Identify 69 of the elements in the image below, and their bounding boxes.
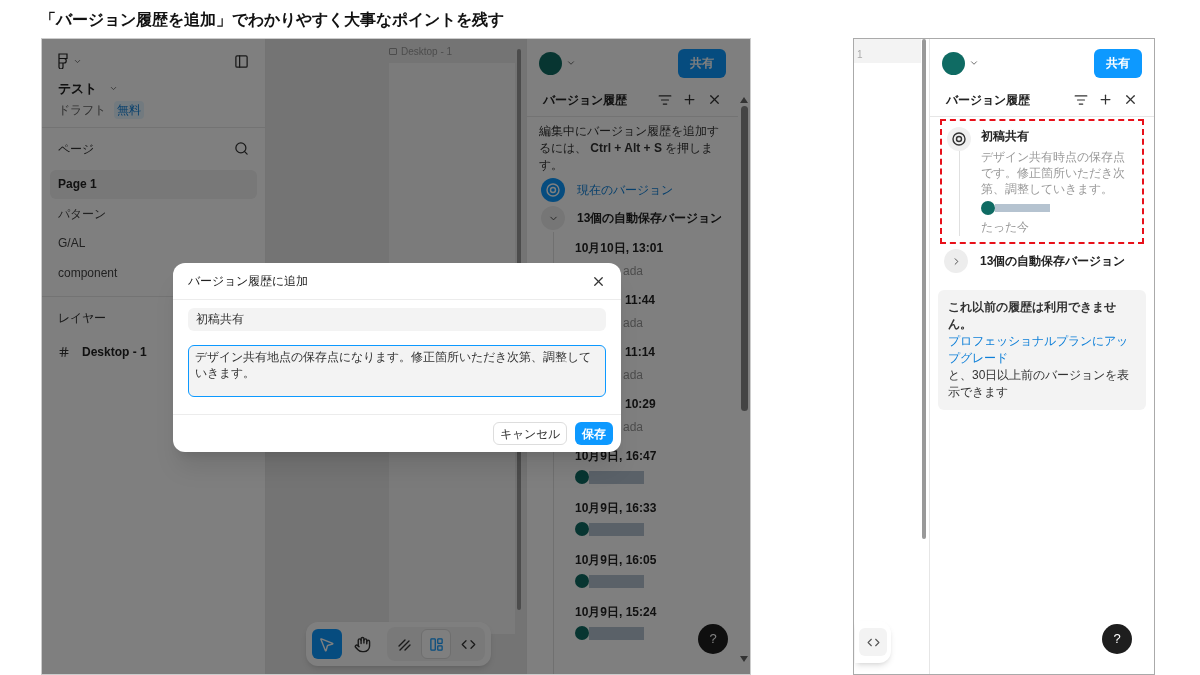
chevron-icon[interactable] xyxy=(566,58,576,68)
target-icon xyxy=(541,178,565,202)
version-date[interactable]: 11:14 xyxy=(625,343,656,361)
file-status: ドラフト xyxy=(58,101,106,119)
panel-title: バージョン履歴 xyxy=(543,91,627,109)
sidebar-toggle-icon[interactable] xyxy=(234,53,249,69)
version-date[interactable]: 11:44 xyxy=(625,291,656,309)
hand-icon xyxy=(353,635,371,653)
ruler-mark: 1 xyxy=(857,49,863,60)
pointer-tool-button[interactable] xyxy=(312,629,342,659)
autosave-label[interactable]: 13個の自動保存バージョン xyxy=(980,252,1126,270)
redacted-name-bar xyxy=(589,574,644,588)
current-version-link[interactable]: 現在のバージョン xyxy=(577,181,673,199)
version-date[interactable]: 10月9日, 16:05 xyxy=(575,551,657,569)
section-label: ページ xyxy=(58,140,94,158)
version-time: たった今 xyxy=(981,219,1029,236)
plan-badge: 無料 xyxy=(114,100,144,119)
pointer-icon xyxy=(318,635,336,653)
help-button[interactable]: ? xyxy=(698,624,728,654)
version-description: デザイン共有時点の保存点です。修正箇所いただき次第、調整していきます。 xyxy=(981,149,1126,197)
upgrade-link[interactable]: プロフェッショナルプランにアップグレード xyxy=(948,333,1136,367)
caption: 「バージョン履歴を追加」でわかりやすく大事なポイントを残す xyxy=(40,11,504,28)
page-item[interactable]: Page 1 xyxy=(50,169,257,199)
frame-icon xyxy=(389,47,397,55)
logo-icon[interactable] xyxy=(58,53,69,69)
avatar-icon xyxy=(575,470,589,484)
layer-item[interactable]: Desktop - 1 xyxy=(82,342,147,361)
frame-tool-button[interactable] xyxy=(421,629,451,659)
redacted-name-bar xyxy=(589,470,644,484)
close-icon[interactable] xyxy=(1123,92,1138,107)
help-button[interactable]: ? xyxy=(1102,624,1132,654)
add-icon[interactable] xyxy=(1098,92,1113,107)
avatar-icon xyxy=(981,201,995,215)
scroll-down-icon[interactable] xyxy=(740,656,748,662)
avatar-icon xyxy=(575,626,589,640)
scrollbar-thumb[interactable] xyxy=(740,106,748,411)
target-icon xyxy=(947,127,971,151)
version-date[interactable]: 10月10日, 13:01 xyxy=(575,239,664,257)
file-name: テスト xyxy=(58,80,97,98)
description-field[interactable]: デザイン共有地点の保存点になります。修正箇所いただき次第、調整していきます。 xyxy=(188,345,606,397)
page-item[interactable]: パターン xyxy=(50,199,257,229)
filter-icon[interactable] xyxy=(1074,92,1088,107)
layout-icon xyxy=(428,636,444,652)
share-button[interactable]: 共有 xyxy=(1094,48,1142,78)
save-button[interactable]: 保存 xyxy=(575,422,613,445)
section-label: レイヤー xyxy=(58,309,106,327)
version-date[interactable]: 10月9日, 15:24 xyxy=(575,603,657,621)
page-item[interactable]: G/AL xyxy=(50,228,257,258)
panel-title: バージョン履歴 xyxy=(946,91,1030,109)
redacted-name-bar xyxy=(995,204,1050,212)
notice-text: これ以前の履歴は利用できません。 プロフェッショナルプランにアップグレード と、30日以上前のバージョンを表示できます xyxy=(948,299,1136,401)
version-date[interactable]: 10:29 xyxy=(625,395,656,413)
avatar-icon xyxy=(539,51,562,75)
version-title: 初稿共有 xyxy=(981,128,1029,145)
redacted-name-bar xyxy=(589,522,644,536)
avatar-icon xyxy=(575,522,589,536)
frame-icon xyxy=(58,345,70,358)
search-icon[interactable] xyxy=(234,141,249,156)
avatar-icon xyxy=(575,574,589,588)
autosave-label[interactable]: 13個の自動保存バージョン xyxy=(577,209,723,227)
dialog-title: バージョン履歴に追加 xyxy=(188,273,308,290)
avatar-icon xyxy=(942,51,965,75)
cancel-button[interactable]: キャンセル xyxy=(493,422,567,445)
title-field[interactable]: 初稿共有 xyxy=(188,308,606,331)
redacted-name-bar xyxy=(589,626,644,640)
chevron-icon[interactable] xyxy=(969,58,979,68)
filter-icon[interactable] xyxy=(658,92,672,107)
hint-text: 編集中にバージョン履歴を追加するには、 Ctrl + Alt + S を押します。 xyxy=(538,123,720,174)
version-date[interactable]: 10月9日, 16:33 xyxy=(575,499,657,517)
